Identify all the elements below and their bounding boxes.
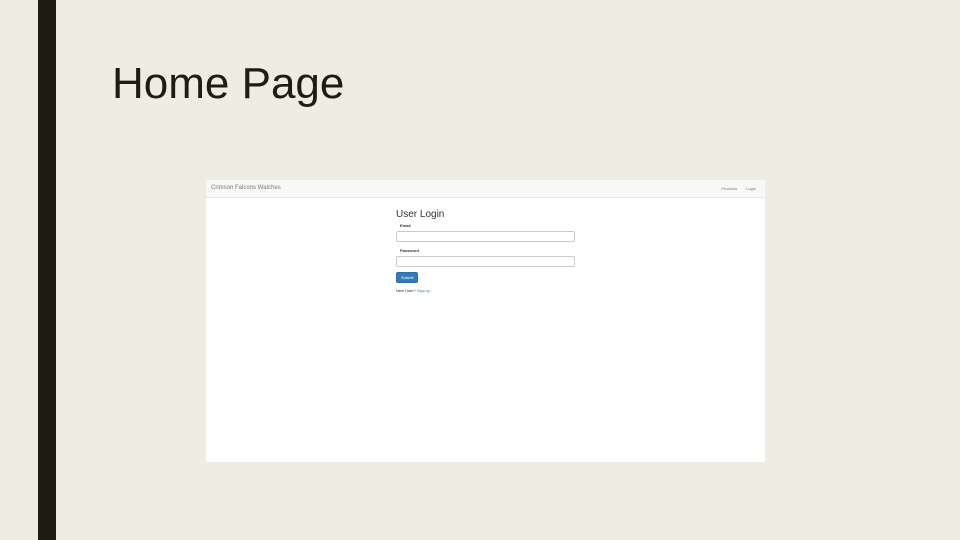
slide-title: Home Page <box>112 59 345 108</box>
nav-login-link[interactable]: Login <box>746 185 756 192</box>
nav-links: Products Login <box>721 185 756 192</box>
login-form: User Login Email Password Submit New Use… <box>396 208 576 294</box>
email-label: Email <box>400 223 411 228</box>
password-field[interactable] <box>396 256 575 267</box>
accent-bar <box>38 0 56 540</box>
signup-row: New User? Sign up <box>396 288 576 294</box>
password-label: Password <box>400 248 419 253</box>
brand-link[interactable]: Crimson Falcons Watches <box>211 184 281 193</box>
app-screenshot: Crimson Falcons Watches Products Login U… <box>206 180 765 462</box>
signup-link[interactable]: Sign up <box>417 288 431 293</box>
new-user-text: New User? <box>396 288 416 293</box>
email-field[interactable] <box>396 231 575 242</box>
form-heading: User Login <box>396 209 445 220</box>
navbar: Crimson Falcons Watches Products Login <box>206 180 765 198</box>
submit-button[interactable]: Submit <box>396 272 419 283</box>
nav-products-link[interactable]: Products <box>721 185 737 192</box>
